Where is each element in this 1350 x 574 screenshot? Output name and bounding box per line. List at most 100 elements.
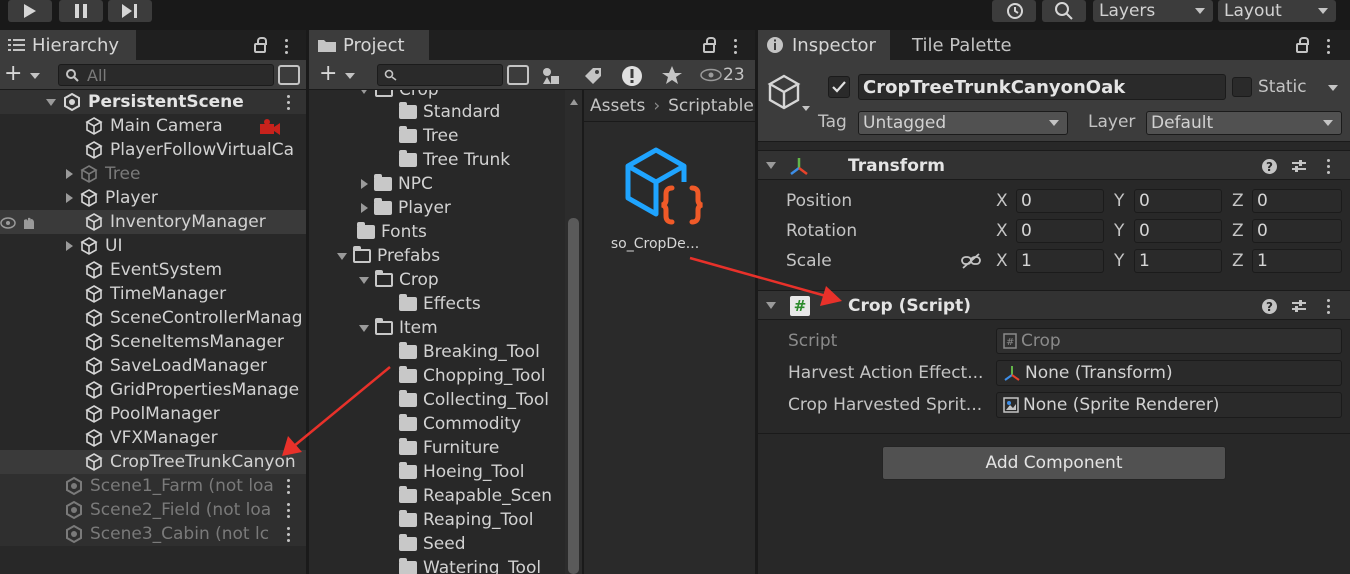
list-item-selected[interactable]: CropTreeTrunkCanyon (84, 450, 296, 474)
folder-item[interactable]: Watering_Tool (399, 556, 541, 574)
position-x-field[interactable]: 0 (1016, 189, 1104, 213)
expand-arrow-icon[interactable] (66, 193, 73, 203)
folder-item[interactable]: Fonts (357, 220, 427, 244)
list-item[interactable]: UI (66, 234, 122, 258)
scene-options-icon[interactable] (286, 527, 290, 542)
folder-item[interactable]: Item (359, 316, 438, 340)
lock-icon[interactable] (1296, 37, 1309, 53)
folder-item[interactable]: Hoeing_Tool (399, 460, 524, 484)
list-item[interactable]: PlayerFollowVirtualCa (84, 138, 294, 162)
filter-by-label-icon[interactable] (583, 66, 603, 86)
presets-sliders-icon[interactable] (1290, 298, 1308, 314)
list-item[interactable]: Main Camera (84, 114, 223, 138)
constrain-proportions-link-icon[interactable] (960, 252, 982, 270)
scene-options-icon[interactable] (286, 503, 290, 518)
axis-x-label[interactable]: X (996, 221, 1008, 241)
chevron-down-icon[interactable] (345, 73, 355, 79)
presets-sliders-icon[interactable] (1290, 158, 1308, 174)
folder-item[interactable]: Seed (399, 532, 466, 556)
position-z-field[interactable]: 0 (1252, 189, 1342, 213)
breadcrumb-item[interactable]: Assets (590, 96, 645, 116)
scale-x-field[interactable]: 1 (1016, 249, 1104, 273)
folder-item[interactable]: Tree Trunk (399, 148, 510, 172)
list-item[interactable]: TimeManager (84, 282, 226, 306)
tree-scrollbar[interactable] (565, 90, 582, 574)
tag-dropdown[interactable]: Untagged (858, 111, 1068, 135)
axis-z-label[interactable]: Z (1232, 221, 1244, 241)
more-options-icon[interactable] (284, 39, 288, 54)
more-options-icon[interactable] (733, 39, 737, 54)
project-search-input[interactable] (377, 64, 503, 86)
folder-item[interactable]: Reapable_Scen (399, 484, 552, 508)
axis-x-label[interactable]: X (996, 251, 1008, 271)
folder-item[interactable]: Player (361, 196, 451, 220)
warning-icon[interactable] (621, 65, 643, 87)
scale-y-field[interactable]: 1 (1134, 249, 1222, 273)
axis-y-label[interactable]: Y (1114, 221, 1124, 241)
rotation-z-field[interactable]: 0 (1252, 219, 1342, 243)
lock-icon[interactable] (703, 37, 716, 53)
list-item[interactable]: SceneItemsManager (84, 330, 284, 354)
scene-visibility-icon[interactable] (278, 65, 300, 85)
position-y-field[interactable]: 0 (1134, 189, 1222, 213)
folder-item[interactable]: Chopping_Tool (399, 364, 545, 388)
layout-dropdown[interactable]: Layout (1218, 0, 1336, 22)
add-component-button[interactable]: Add Component (882, 446, 1226, 480)
folder-item[interactable]: Breaking_Tool (399, 340, 540, 364)
foldout-arrow-icon[interactable] (766, 302, 776, 309)
chevron-down-icon[interactable] (1328, 85, 1338, 91)
folder-item[interactable]: Prefabs (337, 244, 440, 268)
breadcrumb-item[interactable]: Scriptable (668, 96, 754, 116)
scene-row[interactable]: Scene3_Cabin (not lc (64, 522, 269, 546)
axis-x-label[interactable]: X (996, 191, 1008, 211)
folder-item[interactable]: Effects (399, 292, 481, 316)
hidden-packages-eye-icon[interactable] (699, 68, 723, 82)
hierarchy-search-input[interactable]: All (58, 64, 274, 86)
crop-script-header[interactable]: # Crop (Script) ? (758, 290, 1350, 320)
filter-by-type-icon[interactable] (541, 66, 561, 86)
step-button[interactable] (108, 0, 152, 22)
layers-dropdown[interactable]: Layers (1093, 0, 1213, 22)
search-button[interactable] (1042, 0, 1086, 22)
list-item[interactable]: PoolManager (84, 402, 220, 426)
tab-inspector[interactable]: Inspector (758, 30, 890, 60)
scene-options-icon[interactable] (286, 95, 290, 110)
folder-item[interactable]: Furniture (399, 436, 499, 460)
folder-item[interactable]: Commodity (399, 412, 521, 436)
transform-header[interactable]: Transform ? (758, 150, 1350, 180)
folder-item[interactable]: Reaping_Tool (399, 508, 534, 532)
expand-arrow-icon[interactable] (337, 252, 347, 260)
folder-item[interactable]: Standard (399, 100, 500, 124)
help-icon[interactable]: ? (1262, 159, 1277, 174)
scene-row[interactable]: Scene2_Field (not loa (64, 498, 271, 522)
scrollbar-thumb[interactable] (568, 218, 579, 574)
axis-y-label[interactable]: Y (1114, 191, 1124, 211)
list-item[interactable]: SceneControllerManag (84, 306, 303, 330)
object-name-field[interactable]: CropTreeTrunkCanyonOak (858, 74, 1226, 100)
active-checkbox[interactable] (828, 76, 850, 98)
favorites-star-icon[interactable] (661, 65, 683, 85)
folder-item[interactable]: Collecting_Tool (399, 388, 549, 412)
expand-arrow-icon[interactable] (46, 98, 56, 106)
component-menu-icon[interactable] (1326, 299, 1330, 314)
axis-y-label[interactable]: Y (1114, 251, 1124, 271)
lock-icon[interactable] (254, 37, 267, 53)
list-item[interactable]: VFXManager (84, 426, 218, 450)
axis-z-label[interactable]: Z (1232, 251, 1244, 271)
tab-project[interactable]: Project (309, 30, 429, 60)
chevron-down-icon[interactable] (30, 73, 40, 79)
expand-arrow-icon[interactable] (359, 324, 369, 332)
component-menu-icon[interactable] (1326, 159, 1330, 174)
list-item[interactable]: Tree (66, 162, 140, 186)
static-checkbox[interactable] (1232, 77, 1252, 97)
expand-arrow-icon[interactable] (359, 90, 369, 94)
more-options-icon[interactable] (1326, 39, 1330, 54)
play-button[interactable] (8, 0, 52, 22)
scale-z-field[interactable]: 1 (1252, 249, 1342, 273)
search-scope-icon[interactable] (507, 65, 529, 85)
list-item[interactable]: Player (66, 186, 158, 210)
foldout-arrow-icon[interactable] (766, 162, 776, 169)
scene-row[interactable]: Scene1_Farm (not loa (64, 474, 274, 498)
rotation-x-field[interactable]: 0 (1016, 219, 1104, 243)
pause-button[interactable] (59, 0, 103, 22)
